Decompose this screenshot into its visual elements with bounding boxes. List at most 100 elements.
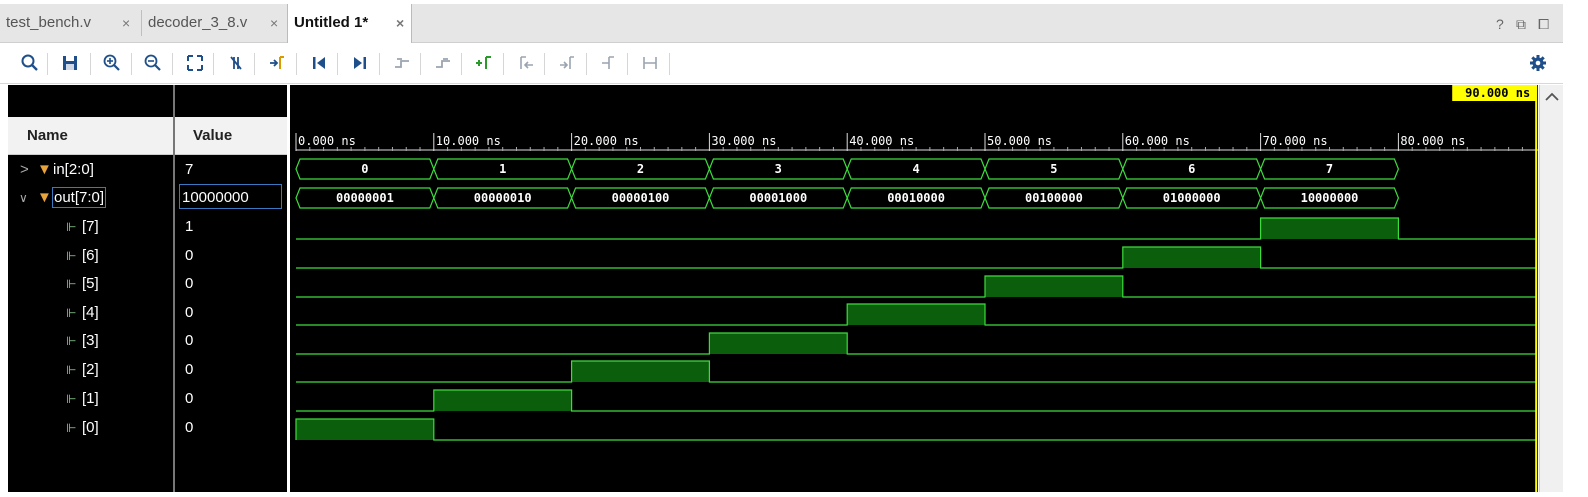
tab-label: Untitled 1* — [294, 14, 369, 31]
signal-name-bit7[interactable]: [7] — [82, 217, 99, 237]
zoom-in-icon[interactable] — [100, 51, 124, 75]
time-tick-label: 40.000 ns — [849, 134, 914, 148]
signal-name-bit2[interactable]: [2] — [82, 360, 99, 380]
bus-in-label: 4 — [912, 162, 919, 176]
bit2-trace — [296, 360, 1537, 383]
bit2-high-fill — [571, 361, 710, 382]
bus-in-label: 6 — [1188, 162, 1195, 176]
bus-out-label: 10000000 — [1301, 191, 1359, 205]
time-tick-label: 30.000 ns — [711, 134, 776, 148]
signal-name-bit0[interactable]: [0] — [82, 418, 99, 438]
add-marker-icon[interactable] — [472, 51, 496, 75]
tab-decoder[interactable]: decoder_3_8.v × — [142, 4, 286, 42]
time-tick-label: 20.000 ns — [574, 134, 639, 148]
signal-name-bit1[interactable]: [1] — [82, 389, 99, 409]
swap-marker-icon[interactable] — [597, 51, 621, 75]
maximize-icon[interactable]: ⧠ — [1538, 16, 1549, 33]
gear-icon[interactable] — [1526, 51, 1550, 75]
search-icon[interactable] — [18, 51, 42, 75]
help-icon[interactable]: ? — [1496, 16, 1504, 32]
save-icon[interactable] — [58, 51, 82, 75]
close-icon[interactable]: × — [122, 4, 130, 42]
time-tick-label: 70.000 ns — [1263, 134, 1328, 148]
time-tick-label: 80.000 ns — [1400, 134, 1465, 148]
goto-start-icon[interactable] — [307, 51, 331, 75]
signal-name-bit5[interactable]: [5] — [82, 274, 99, 294]
bus-in-label: 3 — [775, 162, 782, 176]
tab-label: decoder_3_8.v — [148, 14, 248, 31]
bus-out-label: 00000100 — [612, 191, 670, 205]
time-tick-label: 10.000 ns — [436, 134, 501, 148]
bit-icon: ⊩ — [66, 249, 77, 263]
bit0-high-fill — [296, 419, 434, 440]
bit0-trace — [295, 418, 1537, 441]
tab-test-bench[interactable]: test_bench.v × — [0, 4, 140, 42]
prev-transition-icon[interactable] — [390, 51, 414, 75]
signal-name-bit3[interactable]: [3] — [82, 331, 99, 351]
signal-name-bit6[interactable]: [6] — [82, 246, 99, 266]
bit5-trace — [296, 275, 1537, 298]
bracket-icon[interactable] — [638, 51, 662, 75]
signal-value-bit3: 0 — [185, 332, 194, 349]
next-transition-icon[interactable] — [431, 51, 455, 75]
vertical-scrollbar[interactable] — [1539, 85, 1564, 492]
time-tick-label: 60.000 ns — [1125, 134, 1190, 148]
signal-value-bit7: 1 — [185, 218, 194, 235]
expand-icon[interactable]: > — [20, 160, 29, 180]
signal-value-bit0: 0 — [185, 419, 194, 436]
bus-out-label: 00010000 — [887, 191, 945, 205]
zoom-fit-icon[interactable] — [183, 51, 207, 75]
bit6-high-fill — [1122, 247, 1261, 268]
tab-label: test_bench.v — [6, 14, 92, 31]
window-edge — [1563, 0, 1588, 492]
signal-value-bit1: 0 — [185, 390, 194, 407]
bit-icon: ⊩ — [66, 220, 77, 234]
bus-out-label: 00000010 — [474, 191, 532, 205]
signal-name-out[interactable]: out[7:0] — [54, 188, 104, 208]
bus-in-label: 5 — [1050, 162, 1057, 176]
restore-icon[interactable]: ⧉ — [1516, 16, 1526, 33]
scroll-up-icon[interactable] — [1540, 87, 1564, 107]
time-tick-label: 0.000 ns — [298, 134, 356, 148]
goto-end-icon[interactable] — [348, 51, 372, 75]
waveform-canvas[interactable]: 0.000 ns 10.000 ns 20.000 ns 30.000 ns 40.00… — [290, 85, 1538, 492]
bit-icon: ⊩ — [66, 363, 77, 377]
bit-icon: ⊩ — [66, 392, 77, 406]
bit-icon: ⊩ — [66, 421, 77, 435]
editor-tab-bar: test_bench.v × decoder_3_8.v × Untitled … — [0, 4, 1588, 43]
goto-cursor-icon[interactable] — [265, 51, 289, 75]
signal-name-in[interactable]: in[2:0] — [53, 160, 94, 180]
bus-icon: ▼ — [37, 189, 52, 206]
close-icon[interactable]: × — [270, 4, 278, 42]
swap-cursor-icon[interactable] — [224, 51, 248, 75]
waveform-svg[interactable]: 0.000 ns 10.000 ns 20.000 ns 30.000 ns 40.00… — [290, 85, 1538, 492]
zoom-out-icon[interactable] — [141, 51, 165, 75]
value-column-header[interactable]: Value — [193, 127, 232, 144]
bus-in-label: 7 — [1326, 162, 1333, 176]
close-icon[interactable]: × — [396, 4, 404, 42]
signal-value-out: 10000000 — [182, 189, 249, 206]
bus-out-label: 00000001 — [336, 191, 394, 205]
bit3-high-fill — [709, 333, 848, 354]
bus-icon: ▼ — [37, 161, 52, 178]
bit-icon: ⊩ — [66, 334, 77, 348]
bus-in-label: 2 — [637, 162, 644, 176]
signal-name-bit4[interactable]: [4] — [82, 303, 99, 323]
signal-value-bit6: 0 — [185, 247, 194, 264]
tab-untitled[interactable]: Untitled 1* × — [287, 4, 412, 43]
signal-value-bit2: 0 — [185, 361, 194, 378]
signal-value-in: 7 — [185, 161, 194, 178]
signal-value-bit4: 0 — [185, 304, 194, 321]
bus-in-label: 1 — [499, 162, 506, 176]
bit6-trace — [296, 246, 1537, 269]
name-column-header[interactable]: Name — [27, 127, 68, 144]
column-divider[interactable] — [173, 85, 175, 492]
bit5-high-fill — [985, 276, 1123, 297]
collapse-icon[interactable]: ∨ — [19, 188, 28, 208]
prev-marker-icon[interactable] — [514, 51, 538, 75]
waveform-toolbar — [0, 43, 1588, 84]
next-marker-icon[interactable] — [555, 51, 579, 75]
bus-out-label: 00100000 — [1025, 191, 1083, 205]
bit7-high-fill — [1260, 218, 1399, 239]
bit1-high-fill — [433, 390, 572, 411]
